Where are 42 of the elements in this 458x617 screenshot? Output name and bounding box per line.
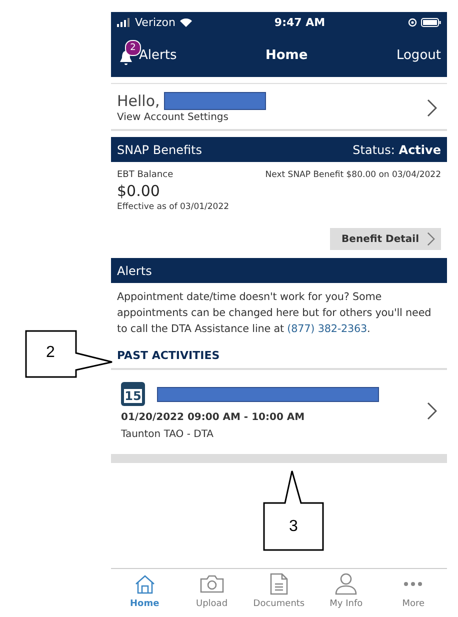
account-settings-link[interactable]: View Account Settings bbox=[117, 112, 266, 123]
tab-button[interactable]: My Info bbox=[316, 572, 376, 609]
balance-amount: $0.00 bbox=[117, 182, 161, 200]
signal-icon bbox=[117, 18, 131, 27]
next-benefit-text: Next SNAP Benefit $80.00 on 03/04/2022 bbox=[265, 170, 441, 180]
camera-icon bbox=[200, 575, 224, 593]
activity-location: Taunton TAO - DTA bbox=[121, 429, 215, 440]
alert-message: Appointment date/time doesn't work for you? Some appointments can be changed here but for others you'll need to call the DTA Assistance line at (877) 382-2363. bbox=[117, 290, 432, 337]
calendar-icon: 15 bbox=[121, 382, 145, 406]
battery-icon bbox=[421, 18, 441, 27]
section-title: PAST ACTIVITIES bbox=[111, 337, 447, 370]
status-text: Status: Active bbox=[352, 142, 441, 156]
effective-date: Effective as of 03/01/2022 bbox=[117, 202, 230, 212]
chevron-icon bbox=[427, 232, 435, 246]
chevron-icon bbox=[427, 98, 437, 116]
tab-button[interactable]: More bbox=[383, 572, 444, 609]
activity-card[interactable]: 15 01/20/2022 09:00 AM - 10:00 AM Taunton TAO - DTA bbox=[111, 370, 447, 463]
home-icon bbox=[134, 574, 156, 594]
account-row[interactable]: Hello, View Account Settings bbox=[111, 83, 447, 131]
tab-button[interactable]: Home bbox=[114, 572, 175, 609]
tab-button[interactable]: Upload bbox=[182, 572, 242, 609]
callout: 3 bbox=[263, 470, 324, 551]
benefit-detail-button[interactable]: Benefit Detail bbox=[330, 228, 441, 250]
section-title: SNAP Benefits bbox=[117, 142, 202, 156]
chevron-icon bbox=[427, 402, 437, 420]
tab-button[interactable]: Documents bbox=[248, 572, 309, 609]
rotation-lock-icon bbox=[408, 18, 417, 27]
balance-label: EBT Balance bbox=[117, 170, 174, 180]
section-title: Alerts bbox=[117, 264, 152, 278]
logout-button[interactable]: Logout bbox=[396, 48, 441, 62]
activity-time: 01/20/2022 09:00 AM - 10:00 AM bbox=[121, 412, 306, 423]
callout: 2 bbox=[25, 330, 113, 378]
greeting-text: Hello, bbox=[117, 92, 160, 110]
phone-link[interactable]: (877) 382-2363 bbox=[287, 323, 368, 335]
person-icon bbox=[335, 573, 358, 595]
notification-badge: 2 bbox=[125, 40, 141, 56]
document-icon bbox=[270, 573, 288, 595]
page-title: Home bbox=[266, 48, 308, 62]
wifi-icon bbox=[180, 18, 192, 27]
clock-time: 9:47 AM bbox=[274, 16, 326, 29]
more-icon bbox=[403, 581, 424, 587]
carrier-name: Verizon bbox=[135, 16, 176, 29]
